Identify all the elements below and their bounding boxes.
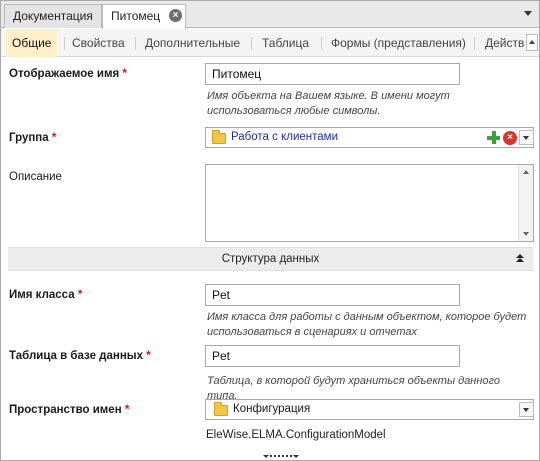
tab-forms[interactable]: Формы (представления) (331, 29, 466, 57)
tab-general[interactable]: Общие (6, 29, 58, 57)
tab-label: Действи (485, 36, 525, 50)
label-text: Имя класса (9, 289, 75, 301)
tab-label: Общие (12, 36, 52, 50)
tab-separator (474, 37, 475, 50)
chevron-down-icon[interactable] (519, 130, 534, 145)
required-mark: * (122, 68, 127, 80)
resize-grip-icon[interactable] (263, 453, 299, 459)
input-value: Pet (212, 288, 231, 302)
display-name-input[interactable]: Питомец (205, 63, 460, 85)
class-name-label: Имя класса * (9, 289, 82, 301)
namespace-value: Конфигурация (233, 403, 311, 415)
required-mark: * (146, 350, 151, 362)
tab-table[interactable]: Таблица (262, 29, 309, 57)
label-text: Таблица в базе данных (9, 350, 143, 362)
scroll-down-icon[interactable] (523, 232, 529, 236)
chevron-down-icon[interactable] (519, 402, 534, 417)
object-editor-window: Документация Питомец × Общие Свойства До… (0, 0, 540, 461)
section-title: Структура данных (221, 253, 320, 265)
doc-tab-label: Документация (13, 9, 93, 23)
description-label: Описание (9, 171, 62, 183)
tab-properties[interactable]: Свойства (72, 29, 125, 57)
textarea-scrollbar[interactable] (518, 165, 533, 241)
add-icon[interactable] (486, 130, 501, 145)
db-table-input[interactable]: Pet (205, 345, 460, 367)
class-name-input[interactable]: Pet (205, 284, 460, 306)
namespace-selector[interactable]: Конфигурация (205, 399, 534, 420)
namespace-label: Пространство имен * (9, 404, 129, 416)
tab-additional[interactable]: Дополнительные (145, 29, 240, 57)
collapse-up-icon[interactable] (516, 254, 525, 264)
tab-label: Дополнительные (145, 36, 240, 50)
group-selector[interactable]: Работа с клиентами × (205, 127, 534, 148)
label-text: Отображаемое имя (9, 68, 120, 80)
display-name-hint: Имя объекта на Вашем языке. В имени могу… (207, 90, 450, 117)
label-text: Пространство имен (9, 404, 122, 416)
tab-actions[interactable]: Действи (485, 29, 525, 57)
required-mark: * (124, 404, 130, 416)
document-tab-strip: Документация Питомец × (1, 1, 539, 29)
tab-separator (321, 37, 322, 50)
required-mark: * (77, 289, 83, 301)
input-value: Pet (212, 349, 231, 363)
description-textarea[interactable] (205, 164, 534, 242)
doc-tab-label: Питомец (111, 9, 161, 23)
tab-label: Таблица (262, 36, 310, 50)
display-name-label: Отображаемое имя * (9, 68, 127, 80)
tab-scroll-button[interactable] (526, 34, 538, 51)
tab-label: Свойства (72, 36, 125, 50)
folder-icon (212, 130, 226, 144)
group-value-link[interactable]: Работа с клиентами (231, 131, 338, 143)
close-icon[interactable]: × (169, 9, 182, 22)
folder-icon (214, 402, 228, 416)
label-text: Группа (9, 132, 49, 144)
required-mark: * (51, 132, 57, 144)
section-tab-strip: Общие Свойства Дополнительные Таблица Фо… (1, 29, 539, 57)
group-label: Группа * (9, 132, 56, 144)
doc-tab-documentation[interactable]: Документация (4, 4, 102, 28)
tab-separator (135, 37, 136, 50)
tab-separator (64, 37, 65, 50)
doc-tab-pet[interactable]: Питомец × (102, 4, 186, 29)
db-table-label: Таблица в базе данных * (9, 350, 151, 362)
delete-icon[interactable]: × (503, 131, 517, 145)
input-value: Питомец (212, 67, 262, 81)
tab-separator (251, 37, 252, 50)
data-structure-section-header[interactable]: Структура данных (8, 247, 533, 271)
tab-list-dropdown-icon[interactable] (524, 11, 532, 16)
class-name-hint: Имя класса для работы с данным объектом,… (207, 311, 527, 338)
namespace-full-name: EleWise.ELMA.ConfigurationModel (206, 429, 386, 441)
grip-dots (270, 455, 292, 457)
tab-label: Формы (представления) (331, 36, 466, 50)
scroll-up-icon[interactable] (523, 170, 529, 174)
